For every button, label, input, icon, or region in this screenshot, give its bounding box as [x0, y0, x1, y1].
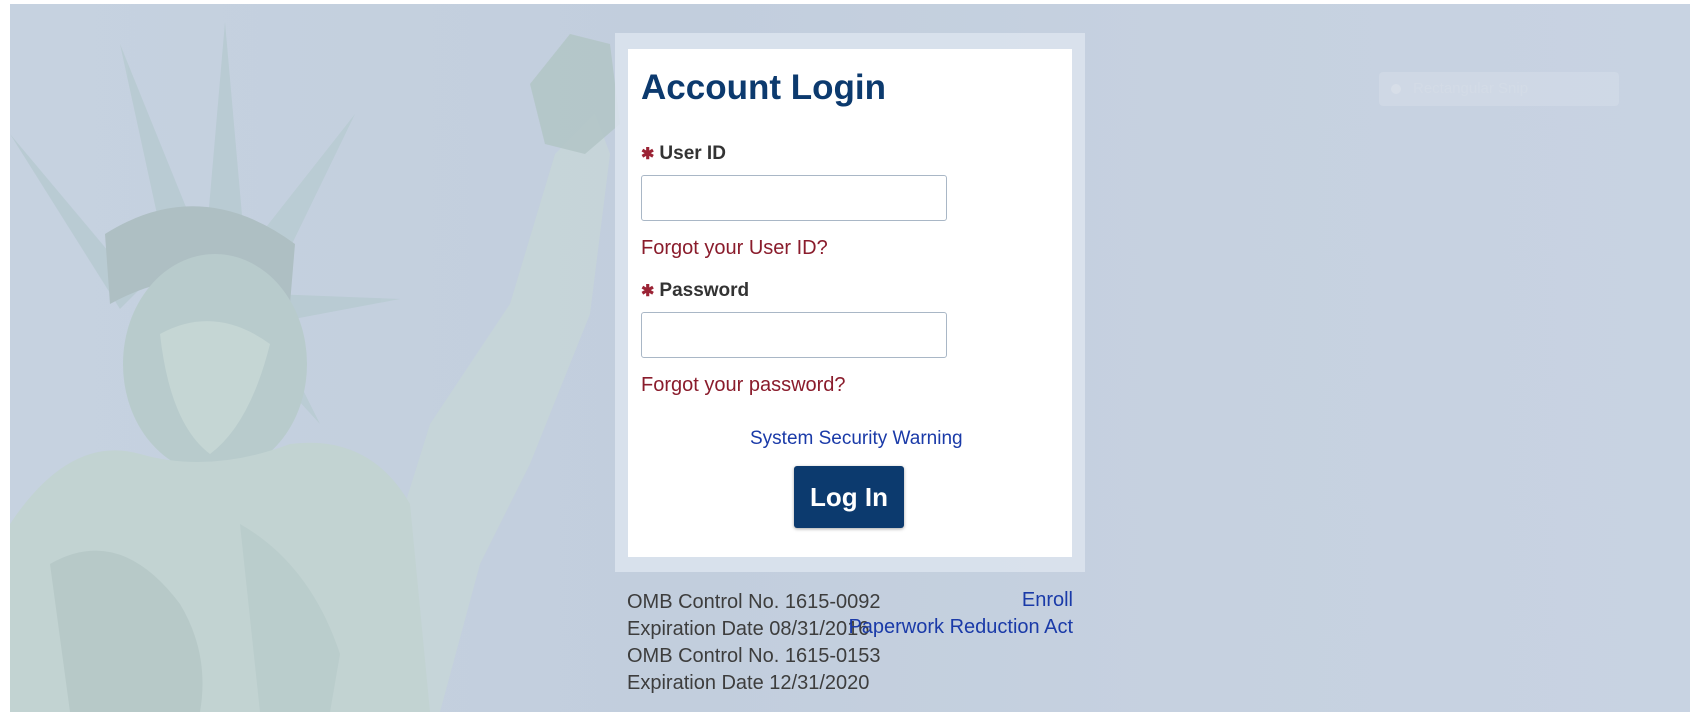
omb-line: OMB Control No. 1615-0153	[627, 645, 881, 667]
forgot-user-id-link[interactable]: Forgot your User ID?	[641, 237, 828, 260]
log-in-button[interactable]: Log In	[794, 466, 904, 528]
password-label: ✱ Password	[641, 280, 749, 302]
paperwork-reduction-act-link[interactable]: Paperwork Reduction Act	[848, 616, 1073, 639]
password-input[interactable]	[641, 312, 947, 358]
forgot-password-link[interactable]: Forgot your password?	[641, 374, 846, 397]
omb-line: Expiration Date 08/31/2016	[627, 618, 870, 640]
screen-snip-overlay: Rectangular Snip	[1379, 72, 1619, 106]
password-label-text: Password	[659, 280, 750, 301]
system-security-warning-link[interactable]: System Security Warning	[750, 428, 963, 450]
omb-line: Expiration Date 12/31/2020	[627, 672, 870, 694]
snip-icon	[1391, 84, 1401, 95]
page-title: Account Login	[641, 68, 886, 107]
snip-label: Rectangular Snip	[1413, 80, 1529, 97]
user-id-label: ✱ User ID	[641, 143, 726, 165]
enroll-link[interactable]: Enroll	[1022, 589, 1073, 612]
omb-info: OMB Control No. 1615-0092 Expiration Dat…	[627, 589, 880, 697]
statue-of-liberty-image	[10, 22, 620, 712]
required-asterisk-icon: ✱	[641, 146, 655, 163]
user-id-input[interactable]	[641, 175, 947, 221]
omb-line: OMB Control No. 1615-0092	[627, 591, 881, 613]
required-asterisk-icon: ✱	[641, 283, 655, 300]
user-id-label-text: User ID	[659, 143, 726, 164]
